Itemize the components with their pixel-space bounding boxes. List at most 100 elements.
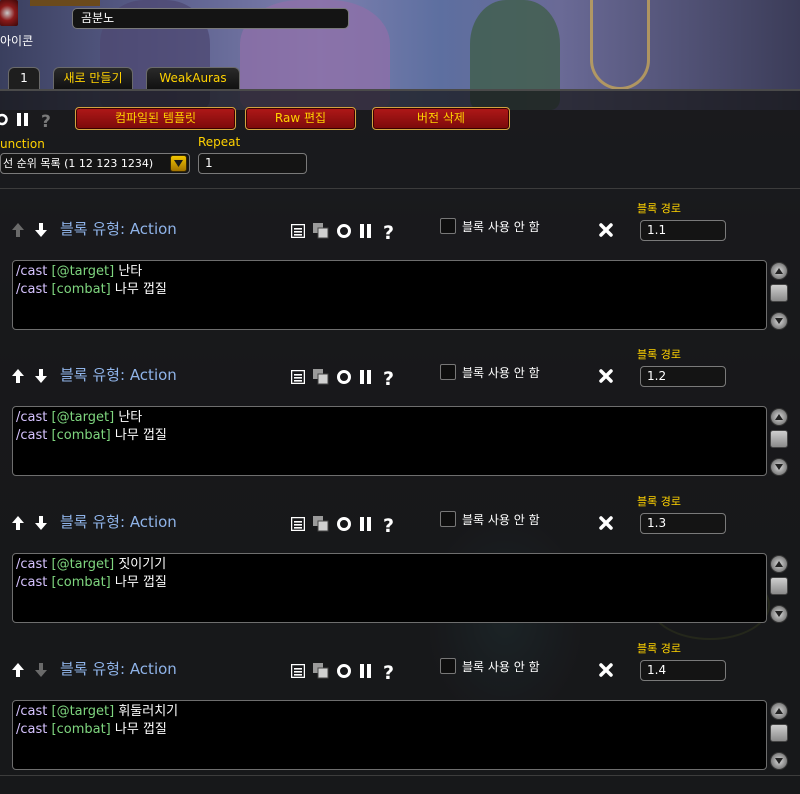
macro-command: /cast <box>16 428 48 443</box>
scroll-down-icon[interactable] <box>770 605 788 623</box>
block-type-label: 블록 유형: Action <box>60 511 177 532</box>
tab-new[interactable]: 새로 만들기 <box>53 67 133 89</box>
sort-down-icon[interactable] <box>35 662 47 677</box>
sequence-icon[interactable] <box>0 0 18 26</box>
delete-icon[interactable] <box>598 222 614 238</box>
macro-command: /cast <box>16 575 48 590</box>
sort-up-icon[interactable] <box>12 515 24 530</box>
sort-up-icon[interactable] <box>12 222 24 237</box>
macro-line: /cast [combat] 나무 껍질 <box>16 281 766 299</box>
macro-condition: [@target] <box>51 410 115 425</box>
macro-line: /cast [combat] 나무 껍질 <box>16 427 766 445</box>
list-icon[interactable] <box>290 366 306 388</box>
repeat-input[interactable]: 1 <box>198 153 307 174</box>
delete-icon[interactable] <box>598 368 614 384</box>
copy-icon[interactable] <box>312 366 330 388</box>
toggle-icon[interactable] <box>336 513 352 535</box>
tab-weakauras[interactable]: WeakAuras <box>146 67 240 89</box>
help-icon[interactable]: ? <box>382 220 398 242</box>
sort-up-icon[interactable] <box>12 368 24 383</box>
toggle-icon[interactable] <box>336 366 352 388</box>
macro-line: /cast [combat] 나무 껍질 <box>16 574 766 592</box>
scroll-down-icon[interactable] <box>770 458 788 476</box>
scroll-up-icon[interactable] <box>770 408 788 426</box>
block-type-label: 블록 유형: Action <box>60 218 177 239</box>
svg-text:?: ? <box>41 112 51 130</box>
sort-up-icon[interactable] <box>12 662 24 677</box>
help-icon[interactable]: ? <box>382 366 398 388</box>
pause-icon[interactable] <box>358 220 374 242</box>
toggle-icon[interactable] <box>0 113 11 126</box>
macro-spell: 짓이기기 <box>118 557 167 572</box>
pause-icon[interactable] <box>358 513 374 535</box>
macro-editor[interactable]: /cast [@target] 휘둘러치기 /cast [combat] 나무 … <box>12 700 767 770</box>
block-path-input[interactable]: 1.2 <box>640 366 726 387</box>
scroll-up-icon[interactable] <box>770 555 788 573</box>
scroll-down-icon[interactable] <box>770 312 788 330</box>
delete-icon[interactable] <box>598 662 614 678</box>
delete-version-button[interactable]: 버전 삭제 <box>372 107 510 130</box>
block-path-input[interactable]: 1.3 <box>640 513 726 534</box>
sort-down-icon[interactable] <box>35 222 47 237</box>
macro-editor[interactable]: /cast [@target] 난타 /cast [combat] 나무 껍질 <box>12 260 767 330</box>
raw-edit-button[interactable]: Raw 편집 <box>245 107 356 130</box>
list-icon[interactable] <box>290 660 306 682</box>
macro-spell: 나무 껍질 <box>114 282 167 297</box>
copy-icon[interactable] <box>312 513 330 535</box>
block-path-input[interactable]: 1.4 <box>640 660 726 681</box>
copy-icon[interactable] <box>312 660 330 682</box>
pause-icon[interactable] <box>358 366 374 388</box>
sort-down-icon[interactable] <box>35 515 47 530</box>
scrollbar-thumb[interactable] <box>770 577 788 595</box>
block-3: 블록 유형: Action ? 블록 사용 안 함 블록 경로 1.3 /cas… <box>0 493 800 639</box>
compiled-template-button[interactable]: 컴파일된 템플릿 <box>75 107 236 130</box>
scrollbar-thumb[interactable] <box>770 284 788 302</box>
sequence-name-field[interactable]: 곰분노 <box>72 8 349 29</box>
svg-text:?: ? <box>383 662 394 681</box>
svg-text:?: ? <box>383 222 394 241</box>
sort-down-icon[interactable] <box>35 368 47 383</box>
macro-condition: [@target] <box>51 557 115 572</box>
help-icon[interactable]: ? <box>382 660 398 682</box>
scroll-down-icon[interactable] <box>770 752 788 770</box>
scroll-up-icon[interactable] <box>770 262 788 280</box>
toggle-icon[interactable] <box>336 660 352 682</box>
copy-icon[interactable] <box>312 220 330 242</box>
scrollbar-thumb[interactable] <box>770 724 788 742</box>
repeat-label: Repeat <box>198 135 241 149</box>
help-icon[interactable]: ? <box>382 513 398 535</box>
macro-line: /cast [@target] 짓이기기 <box>16 556 766 574</box>
macro-condition: [@target] <box>51 704 115 719</box>
pause-icon[interactable] <box>358 660 374 682</box>
disable-block-checkbox[interactable] <box>440 511 456 527</box>
disable-block-checkbox[interactable] <box>440 364 456 380</box>
disable-block-label: 블록 사용 안 함 <box>462 366 540 380</box>
macro-editor[interactable]: /cast [@target] 난타 /cast [combat] 나무 껍질 <box>12 406 767 476</box>
macro-command: /cast <box>16 282 48 297</box>
chevron-down-icon[interactable] <box>170 155 187 172</box>
macro-line: /cast [@target] 휘둘러치기 <box>16 703 766 721</box>
block-4: 블록 유형: Action ? 블록 사용 안 함 블록 경로 1.4 /cas… <box>0 640 800 786</box>
delete-icon[interactable] <box>598 515 614 531</box>
list-icon[interactable] <box>290 513 306 535</box>
macro-editor[interactable]: /cast [@target] 짓이기기 /cast [combat] 나무 껍… <box>12 553 767 623</box>
help-icon[interactable]: ? <box>40 112 54 130</box>
toggle-icon[interactable] <box>336 220 352 242</box>
pause-icon[interactable] <box>16 113 30 126</box>
block-path-label: 블록 경로 <box>637 348 681 361</box>
header-strip <box>30 0 100 6</box>
macro-spell: 나무 껍질 <box>114 722 167 737</box>
disable-block-checkbox[interactable] <box>440 218 456 234</box>
list-icon[interactable] <box>290 220 306 242</box>
disable-block-checkbox[interactable] <box>440 658 456 674</box>
macro-line: /cast [combat] 나무 껍질 <box>16 721 766 739</box>
block-path-input[interactable]: 1.1 <box>640 220 726 241</box>
macro-command: /cast <box>16 410 48 425</box>
scroll-up-icon[interactable] <box>770 702 788 720</box>
disable-block-label: 블록 사용 안 함 <box>462 660 540 674</box>
arch-pillar <box>590 0 650 90</box>
scrollbar-thumb[interactable] <box>770 430 788 448</box>
tab-version-1[interactable]: 1 <box>8 67 40 90</box>
block-type-prefix: 블록 유형: <box>60 366 126 384</box>
function-dropdown[interactable]: 선 순위 목록 (1 12 123 1234) <box>0 153 190 174</box>
